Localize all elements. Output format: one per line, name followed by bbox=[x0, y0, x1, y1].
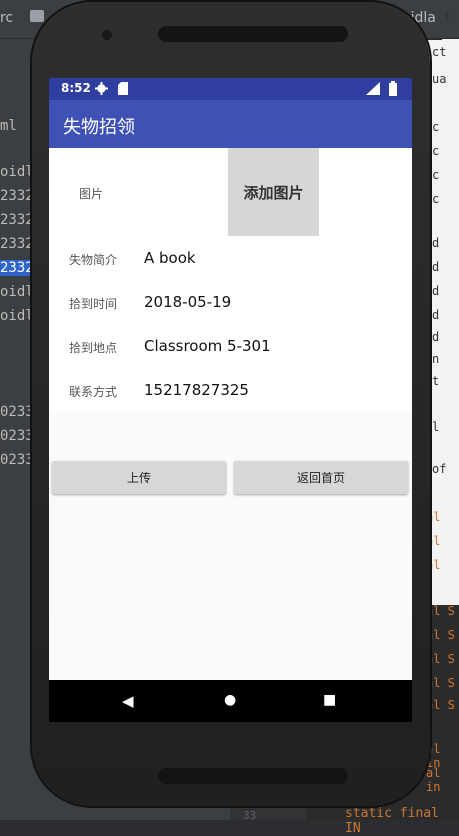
code-fragment: d bbox=[432, 284, 440, 298]
contact-field[interactable]: 15217827325 bbox=[144, 381, 249, 399]
code-fragment: of bbox=[432, 462, 447, 476]
code-keyword-fragment: al S bbox=[426, 698, 455, 712]
code-fragment: ct bbox=[432, 45, 447, 59]
found-time-field[interactable]: 2018-05-19 bbox=[144, 293, 231, 311]
add-image-button[interactable]: 添加图片 bbox=[228, 148, 319, 236]
upload-button[interactable]: 上传 bbox=[52, 461, 226, 494]
found-place-label: 拾到地点 bbox=[69, 341, 118, 355]
code-fragment: l bbox=[432, 420, 440, 434]
status-time: 8:52 bbox=[61, 81, 91, 95]
ide-tree-item[interactable]: 2332 bbox=[0, 236, 34, 252]
image-label: 图片 bbox=[79, 187, 104, 201]
line-number: 33 bbox=[243, 809, 257, 822]
code-fragment: ua bbox=[432, 72, 447, 86]
code-fragment: c bbox=[432, 168, 440, 182]
ide-tree-item[interactable]: 2332 bbox=[0, 260, 34, 276]
app-screen: 8:52 失物招领 图片 添加图片 失物简介 A book 拾到时间 2018-… bbox=[49, 78, 412, 722]
code-keyword-fragment: al S bbox=[426, 604, 455, 618]
code-fragment: c bbox=[432, 120, 440, 134]
status-bar: 8:52 bbox=[49, 78, 412, 100]
home-nav-icon[interactable]: ● bbox=[224, 692, 236, 708]
back-home-button[interactable]: 返回首页 bbox=[234, 461, 408, 494]
code-fragment: d bbox=[432, 330, 440, 344]
ide-tree-item[interactable]: 0233 bbox=[0, 452, 34, 468]
description-label: 失物简介 bbox=[69, 253, 118, 267]
battery-icon bbox=[389, 81, 397, 96]
system-nav-bar: ◀ ● ■ bbox=[49, 680, 412, 722]
description-field[interactable]: A book bbox=[144, 249, 196, 267]
found-time-label: 拾到时间 bbox=[69, 297, 118, 311]
top-speaker bbox=[158, 26, 348, 42]
ide-popup-edge bbox=[442, 0, 459, 605]
found-place-field[interactable]: Classroom 5-301 bbox=[144, 337, 271, 355]
code-fragment: c bbox=[432, 192, 440, 206]
app-toolbar: 失物招领 bbox=[49, 100, 412, 148]
code-fragment: c bbox=[432, 144, 440, 158]
code-fragment: d bbox=[432, 260, 440, 274]
bottom-speaker bbox=[158, 768, 348, 784]
code-keyword-fragment: al S bbox=[426, 676, 455, 690]
code-keyword-fragment: al S bbox=[426, 652, 455, 666]
code-fragment: d bbox=[432, 236, 440, 250]
signal-icon bbox=[366, 82, 380, 95]
ide-top-char: t bbox=[445, 10, 451, 26]
code-keyword-fragment: al S bbox=[426, 628, 455, 642]
code-keyword-fragment: al in bbox=[426, 766, 441, 794]
ide-tree-item[interactable]: ml bbox=[0, 118, 17, 134]
code-fragment: t bbox=[432, 374, 440, 388]
sd-card-icon bbox=[118, 82, 128, 95]
contact-label: 联系方式 bbox=[69, 385, 118, 399]
gear-icon bbox=[95, 82, 108, 95]
ide-breadcrumb-left[interactable]: rc bbox=[0, 10, 13, 26]
lost-item-form: 图片 添加图片 失物简介 A book 拾到时间 2018-05-19 拾到地点… bbox=[49, 148, 412, 412]
camera-icon bbox=[102, 30, 112, 40]
ide-tree-item[interactable]: 2332 bbox=[0, 188, 34, 204]
folder-icon bbox=[30, 10, 44, 22]
ide-tree-item[interactable]: 0233 bbox=[0, 428, 34, 444]
ide-tree-item[interactable]: 0233 bbox=[0, 404, 34, 420]
recents-nav-icon[interactable]: ■ bbox=[323, 692, 336, 708]
page-title: 失物招领 bbox=[63, 117, 135, 138]
code-fragment: d bbox=[432, 308, 440, 322]
code-fragment: n bbox=[432, 352, 440, 366]
ide-tree-item[interactable]: 2332 bbox=[0, 212, 34, 228]
code-line: static final IN bbox=[345, 806, 439, 836]
back-nav-icon[interactable]: ◀ bbox=[122, 692, 134, 710]
